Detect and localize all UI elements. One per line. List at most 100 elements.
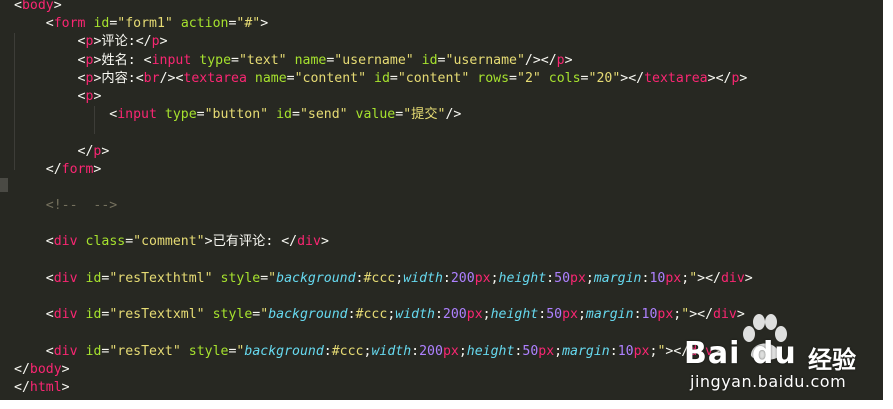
code-token: ; [577,307,586,323]
code-token: background [276,270,356,286]
code-line[interactable]: <div id="resTexthtml" style="background:… [14,270,883,288]
code-token: body [21,0,54,13]
code-token: ; [490,270,499,286]
code-token: id [85,307,102,323]
code-token: = [580,70,589,86]
code-token: ; [585,270,594,286]
code-token: "text" [238,52,287,68]
code-line[interactable]: <!-- --> [14,197,883,215]
code-token: cols [548,70,581,86]
code-token: <!-- --> [45,198,118,214]
code-token: id [421,52,438,68]
code-token: width [403,270,443,286]
code-token: < [45,307,54,323]
code-token: " [268,270,277,286]
code-line[interactable]: <div class="comment">已有评论: </div> [14,233,883,251]
code-line[interactable]: <p>内容:<br/><textarea name="content" id="… [14,70,883,88]
code-line[interactable] [14,179,883,197]
code-token: < [135,70,144,86]
code-token: "send" [299,107,348,123]
code-line[interactable] [14,288,883,306]
code-token: id [85,343,102,359]
code-line[interactable]: <form id="form1" action="#"> [14,15,883,33]
code-token: "提交" [403,107,446,123]
code-token: width [371,343,412,359]
code-editor[interactable]: <body> <form id="form1" action="#"> <p>评… [0,0,883,400]
code-token: > [564,52,573,68]
code-token: < [45,343,54,359]
code-token: />< [159,70,184,86]
code-token: > [93,161,102,177]
code-token: " [689,270,698,286]
code-token: </ [45,161,62,177]
code-token: : [633,307,642,323]
code-token: height [498,270,547,286]
code-token: > [53,0,62,13]
code-line[interactable]: </form> [14,161,883,179]
code-token: ></ [707,70,732,86]
code-token: value [355,107,396,123]
code-line[interactable]: </html> [14,379,883,397]
code-token: = [231,52,239,68]
code-token: "content" [397,70,470,86]
code-token: > [61,361,70,377]
code-token: margin [562,343,610,359]
code-token: : [538,307,547,323]
code-token: > [744,270,753,286]
code-line[interactable]: <div id="resTextxml" style="background:#… [14,306,883,324]
code-line[interactable] [14,324,883,342]
code-token: ></ [689,307,714,323]
code-line[interactable]: <p>姓名: <input type="text" name="username… [14,52,883,70]
code-token: style [220,270,261,286]
code-token: 200 [450,270,475,286]
code-token: = [437,52,446,68]
code-token: 10 [617,343,634,359]
code-line[interactable]: <p>评论:</p> [14,33,883,51]
code-token: px [562,307,578,323]
code-token: div [689,343,714,359]
code-line[interactable]: </body> [14,361,883,379]
code-token: = [286,70,295,86]
code-token: class [85,234,126,250]
code-line[interactable]: <input type="button" id="send" value="提交… [14,106,883,124]
code-token: margin [585,307,634,323]
code-token: < [45,234,54,250]
code-token: id [85,270,102,286]
code-token: "username" [334,52,414,68]
code-token: "#" [236,16,261,32]
code-line[interactable]: <p> [14,88,883,106]
code-token: "form1" [117,16,173,32]
code-line[interactable]: <div id="resText" style="background:#ccc… [14,343,883,361]
code-token: : [347,307,356,323]
code-token: background [244,343,324,359]
code-token: textarea [644,70,708,86]
code-area[interactable]: <body> <form id="form1" action="#"> <p>评… [14,0,883,397]
code-token: 200 [419,343,443,359]
code-token: div [53,307,78,323]
code-token: < [14,0,22,13]
code-token: div [53,234,78,250]
code-token: < [143,52,152,68]
code-token: div [713,307,737,323]
code-line[interactable] [14,124,883,142]
code-line[interactable] [14,252,883,270]
code-token: px [657,307,674,323]
code-line[interactable] [14,215,883,233]
code-line[interactable]: </p> [14,143,883,161]
code-token: p [151,34,160,50]
code-token: px [466,307,483,323]
code-token: ></ [665,343,690,359]
code-token: px [633,343,650,359]
code-line[interactable]: <body> [14,0,883,15]
gutter-marker [0,178,8,192]
